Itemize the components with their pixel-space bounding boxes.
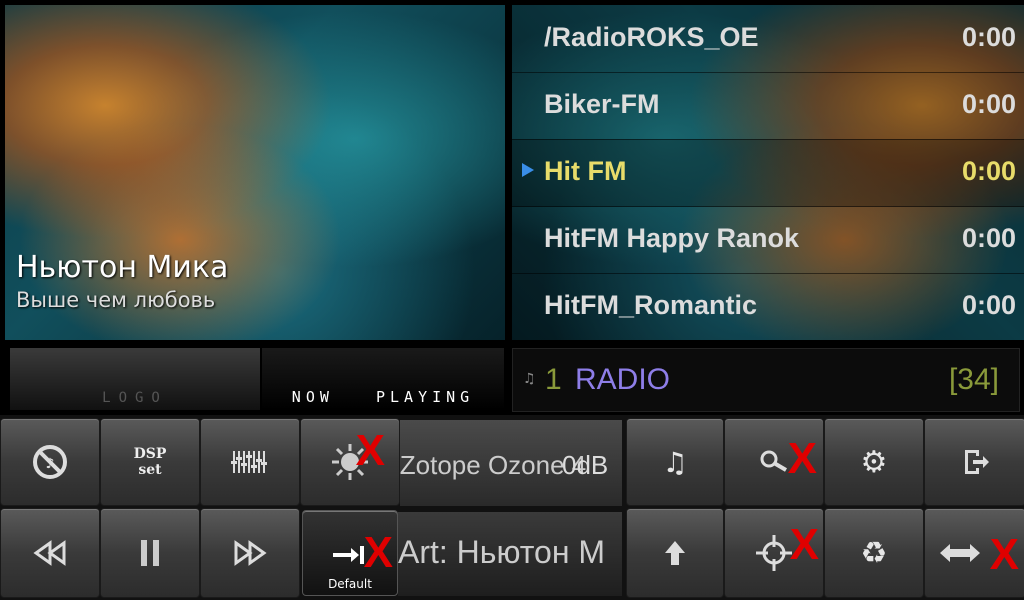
pause-button[interactable] — [100, 508, 200, 598]
playlist-name: RADIO — [575, 363, 671, 396]
station-name: /RadioROKS_OE — [544, 22, 759, 52]
default-label: Default — [328, 577, 372, 591]
target-button[interactable]: X — [724, 508, 824, 598]
disabled-x-icon: X — [363, 528, 393, 577]
disabled-x-icon: X — [989, 530, 1019, 579]
playlist-index: 1 — [545, 363, 562, 396]
playlist-count: [34] — [948, 363, 999, 396]
svg-text:♪: ♪ — [46, 456, 55, 472]
playlist-row[interactable]: /RadioROKS_OE 0:00 — [512, 5, 1024, 73]
next-track-icon — [333, 546, 364, 564]
settings-button[interactable]: ⚙ — [824, 418, 924, 506]
station-time: 0:00 — [961, 223, 1016, 253]
effect-button[interactable]: X — [300, 418, 400, 506]
mute-button[interactable]: ♪ — [0, 418, 100, 506]
search-button[interactable]: X — [724, 418, 824, 506]
target-icon — [756, 535, 792, 571]
mute-icon: ♪ — [33, 445, 67, 479]
equalizer-button[interactable] — [200, 418, 300, 506]
station-name: Biker-FM — [544, 89, 660, 119]
playlist-music-icon: ♫ — [662, 445, 688, 479]
playlist-row-selected[interactable]: Hit FM 0:00 — [512, 139, 1024, 207]
artist-name: Ньютон Мика — [16, 250, 229, 285]
forward-button[interactable] — [200, 508, 300, 598]
station-time: 0:00 — [961, 290, 1016, 320]
song-title: Выше чем любовь — [16, 288, 216, 312]
station-name: Hit FM — [544, 156, 627, 186]
info-scroll-display: Art: Ньютон М — [398, 512, 622, 596]
plugin-display[interactable]: iZotope Ozone 4 0dB — [400, 420, 622, 506]
pause-icon — [141, 540, 159, 566]
disabled-x-icon: X — [787, 434, 817, 483]
up-button[interactable] — [626, 508, 724, 598]
playing-indicator-icon — [522, 163, 534, 177]
now-playing-banner: NOW PLAYING — [262, 348, 504, 410]
equalizer-icon — [231, 451, 267, 473]
gear-icon: ⚙ — [860, 444, 888, 480]
station-name: HitFM_Romantic — [544, 290, 758, 320]
playlist-music-button[interactable]: ♫ — [626, 418, 724, 506]
recycle-button[interactable]: ♻ — [824, 508, 924, 598]
next-track-mode-button[interactable]: X Default — [302, 510, 398, 596]
disabled-x-icon: X — [789, 520, 819, 569]
disabled-x-icon: X — [355, 426, 385, 475]
up-arrow-icon — [665, 541, 685, 565]
station-name: HitFM Happy Ranok — [544, 223, 800, 253]
playlist-row[interactable]: HitFM Happy Ranok 0:00 — [512, 206, 1024, 274]
info-scroll-text: Art: Ньютон М — [398, 534, 606, 570]
station-time: 0:00 — [961, 156, 1016, 186]
swap-arrows-icon — [940, 544, 980, 562]
gain-value: 0dB — [562, 450, 609, 480]
rewind-button[interactable] — [0, 508, 100, 598]
search-icon — [760, 450, 788, 472]
exit-button[interactable] — [924, 418, 1024, 506]
forward-icon — [234, 540, 267, 566]
now-playing-text: NOW PLAYING — [291, 388, 475, 406]
playlist-row[interactable]: HitFM_Romantic 0:00 — [512, 273, 1024, 341]
playlist-file-icon: ♫ — [523, 371, 536, 387]
station-time: 0:00 — [961, 89, 1016, 119]
plugin-name: iZotope Ozone 4 — [400, 450, 587, 480]
recycle-icon: ♻ — [860, 535, 888, 571]
playlist-row[interactable]: Biker-FM 0:00 — [512, 72, 1024, 140]
station-time: 0:00 — [961, 22, 1016, 52]
exit-icon — [965, 450, 989, 474]
rewind-icon — [33, 540, 66, 566]
dsp-settings-button[interactable]: DSP set — [100, 418, 200, 506]
dsp-sublabel: set — [138, 462, 162, 478]
swap-button[interactable]: X — [924, 508, 1024, 598]
logo-box: LOGO — [10, 348, 260, 410]
playlist-info-bar[interactable]: ♫ 1 RADIO [34] — [512, 348, 1020, 412]
dsp-label: DSP — [133, 446, 167, 462]
logo-text: LOGO — [102, 390, 168, 406]
